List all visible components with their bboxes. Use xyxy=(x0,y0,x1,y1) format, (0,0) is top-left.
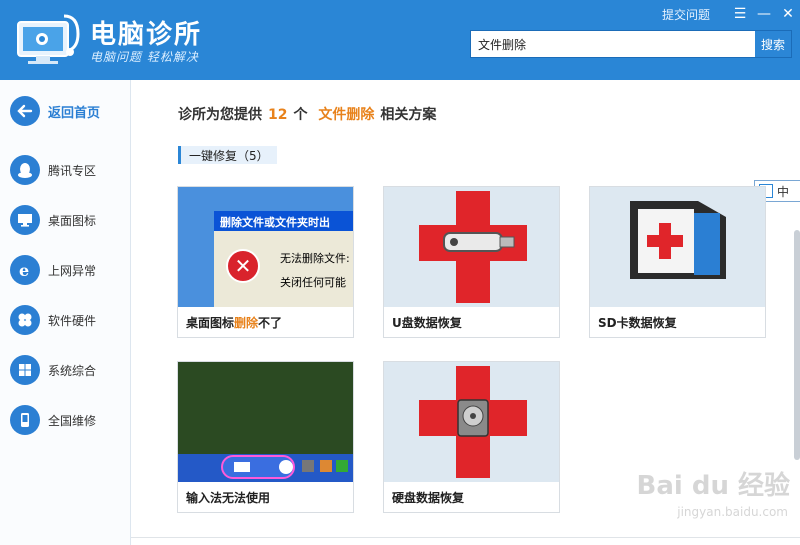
dialog-line-2: 关闭任何可能 xyxy=(280,276,346,289)
header-bar: 电脑诊所 电脑问题 轻松解决 提交问题 ☰ — ✕ 搜索 xyxy=(0,0,800,80)
card-title-highlight: 删除 xyxy=(234,316,259,330)
sidebar-item-label: 桌面图标 xyxy=(48,213,97,228)
back-arrow-icon xyxy=(10,96,40,126)
sidebar-item-tencent[interactable]: 腾讯专区 xyxy=(10,153,96,187)
qq-penguin-icon xyxy=(10,155,40,185)
sidebar-item-software-hardware[interactable]: 软件硬件 xyxy=(10,303,96,337)
card-title: 输入法无法使用 xyxy=(186,491,271,505)
side-float-label: 中 xyxy=(777,184,790,199)
sidebar-item-home[interactable]: 返回首页 xyxy=(10,94,100,128)
card-title: 硬盘数据恢复 xyxy=(392,491,465,505)
summary-suffix: 相关方案 xyxy=(380,107,437,123)
section-one-click-fix: 一键修复（5） xyxy=(178,146,277,164)
vertical-scrollbar[interactable] xyxy=(794,230,800,460)
window-controls: 提交问题 ☰ — ✕ xyxy=(662,0,800,28)
svg-text:e: e xyxy=(19,261,29,279)
solution-card-hdd-recovery[interactable]: 硬盘数据恢复 xyxy=(383,361,560,513)
minimize-icon[interactable]: — xyxy=(752,0,776,28)
app-slogan: 电脑问题 轻松解决 xyxy=(90,50,199,64)
puzzle-icon xyxy=(10,305,40,335)
sd-card-thumbnail xyxy=(590,187,765,307)
taskbar-ime-thumbnail xyxy=(178,362,353,482)
solution-card-sd-recovery[interactable]: SD卡数据恢复 xyxy=(589,186,766,338)
search-button[interactable]: 搜索 xyxy=(755,31,791,57)
divider xyxy=(131,537,800,538)
menu-icon[interactable]: ☰ xyxy=(728,0,752,28)
card-title: U盘数据恢复 xyxy=(392,316,462,330)
sidebar-item-system[interactable]: 系统综合 xyxy=(10,353,96,387)
sidebar-item-label: 全国维修 xyxy=(48,413,97,428)
sidebar: 返回首页 腾讯专区 桌面图标 e 上网异常 软件硬件 系统综合 全国维修 xyxy=(0,80,131,545)
submit-question-link[interactable]: 提交问题 xyxy=(662,6,710,23)
sidebar-item-label: 腾讯专区 xyxy=(48,163,97,178)
dialog-title: 删除文件或文件夹时出 xyxy=(220,216,330,229)
main-content: 诊所为您提供 12 个 文件删除 相关方案 一键修复（5） 中 删除文件或文件夹时出 … xyxy=(131,80,800,545)
search-input[interactable] xyxy=(471,31,755,57)
sidebar-item-internet[interactable]: e 上网异常 xyxy=(10,253,96,287)
dialog-line-1: 无法删除文件: xyxy=(280,252,350,265)
solution-card-ime-broken[interactable]: 输入法无法使用 xyxy=(177,361,354,513)
summary-keyword: 文件删除 xyxy=(318,107,375,123)
search-box: 搜索 xyxy=(470,30,792,58)
sidebar-item-desktop-icons[interactable]: 桌面图标 xyxy=(10,203,96,237)
baidu-watermark-url: jingyan.baidu.com xyxy=(677,505,788,519)
close-icon[interactable]: ✕ xyxy=(776,0,800,28)
ie-browser-icon: e xyxy=(10,255,40,285)
phone-icon xyxy=(10,405,40,435)
app-title: 电脑诊所 xyxy=(90,20,203,50)
result-count: 12 xyxy=(268,107,288,123)
baidu-watermark: Bai du 经验 xyxy=(636,471,791,501)
stethoscope-monitor-logo-icon xyxy=(14,10,86,70)
solution-card-desktop-icon-delete[interactable]: 删除文件或文件夹时出 ✕ 无法删除文件: 关闭任何可能 桌面图标删除不了 xyxy=(177,186,354,338)
windows-icon xyxy=(10,355,40,385)
error-dialog-thumbnail: 删除文件或文件夹时出 ✕ 无法删除文件: 关闭任何可能 xyxy=(178,187,353,307)
sidebar-item-label: 返回首页 xyxy=(48,105,101,121)
card-title: 桌面图标删除不了 xyxy=(186,314,282,331)
result-summary: 诊所为您提供 12 个 文件删除 相关方案 xyxy=(178,104,436,124)
solution-card-usb-recovery[interactable]: U盘数据恢复 xyxy=(383,186,560,338)
error-x-icon: ✕ xyxy=(226,249,260,283)
summary-prefix: 诊所为您提供 xyxy=(178,107,262,123)
sidebar-item-label: 上网异常 xyxy=(48,263,97,278)
card-title-text: 不了 xyxy=(258,316,283,330)
usb-red-cross-thumbnail xyxy=(384,187,559,307)
sidebar-item-label: 系统综合 xyxy=(48,363,97,378)
card-title-text: 桌面图标 xyxy=(186,316,235,330)
monitor-icon xyxy=(10,205,40,235)
hdd-red-cross-thumbnail xyxy=(384,362,559,482)
sidebar-item-repair[interactable]: 全国维修 xyxy=(10,403,96,437)
summary-unit: 个 xyxy=(293,107,308,123)
sidebar-item-label: 软件硬件 xyxy=(48,313,97,328)
card-title: SD卡数据恢复 xyxy=(598,316,677,330)
